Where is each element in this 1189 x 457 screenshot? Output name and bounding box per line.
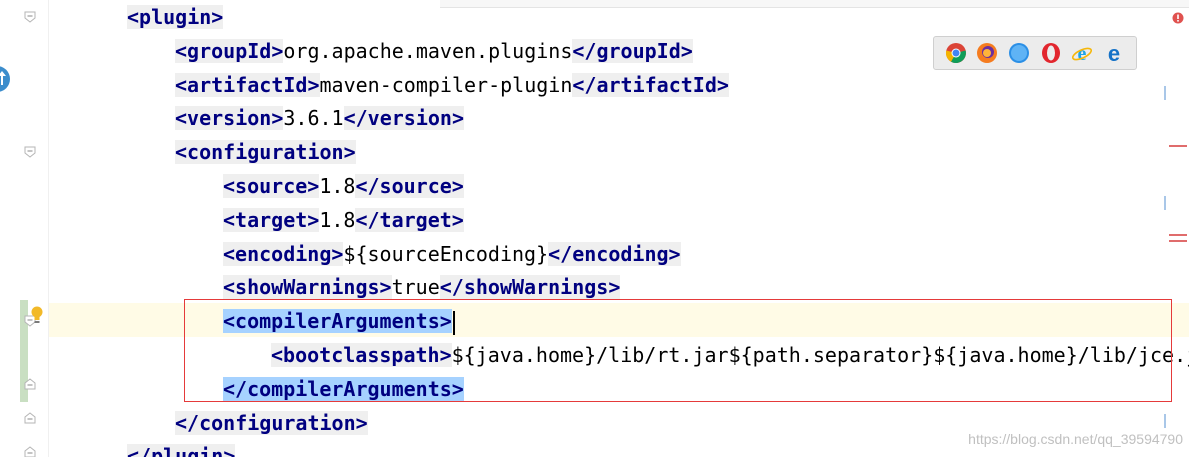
ie-icon[interactable]: e xyxy=(1071,42,1093,64)
error-stripe-mark[interactable] xyxy=(1169,234,1187,236)
xml-tag: <showWarnings> xyxy=(223,275,392,300)
svg-text:e: e xyxy=(1078,43,1087,64)
code-line[interactable]: <configuration> xyxy=(175,135,356,169)
fold-collapse-icon[interactable] xyxy=(24,11,36,23)
xml-tag: </showWarnings> xyxy=(439,275,621,300)
browser-preview-bar: e e xyxy=(933,36,1137,70)
code-editor[interactable]: <plugin> <groupId>org.apache.maven.plugin… xyxy=(0,0,1189,457)
xml-tag: <encoding> xyxy=(223,241,344,266)
code-line[interactable]: <source>1.8</source> xyxy=(223,169,464,203)
xml-tag: </version> xyxy=(343,106,465,131)
error-stripe-mark[interactable] xyxy=(1169,240,1187,242)
xml-tag: <configuration> xyxy=(175,140,356,165)
code-line[interactable]: <target>1.8</target> xyxy=(223,203,464,237)
xml-tag: <groupId> xyxy=(175,38,284,63)
scroll-marker xyxy=(1164,86,1166,100)
arrow-up-icon xyxy=(0,71,6,85)
watermark-text: https://blog.csdn.net/qq_39594790 xyxy=(968,431,1183,447)
xml-tag: <plugin> xyxy=(127,5,224,29)
code-line[interactable]: <version>3.6.1</version> xyxy=(175,101,465,135)
fold-expand-end-icon[interactable] xyxy=(24,412,36,424)
xml-value: 3.6.1 xyxy=(283,106,344,131)
scroll-marker xyxy=(1164,414,1166,428)
xml-value: ${sourceEncoding} xyxy=(343,241,549,266)
code-line[interactable]: <plugin> xyxy=(127,0,224,34)
xml-value: org.apache.maven.plugins xyxy=(283,38,573,63)
fold-expand-end-icon[interactable] xyxy=(24,446,36,457)
xml-tag: <target> xyxy=(223,207,320,232)
opera-icon[interactable] xyxy=(1040,42,1062,64)
lightbulb-icon[interactable] xyxy=(30,306,44,324)
xml-tag: </configuration> xyxy=(175,410,368,435)
xml-tag: </groupId> xyxy=(572,38,693,63)
xml-tag: </source> xyxy=(355,174,464,198)
xml-value: maven-compiler-plugin xyxy=(319,72,573,97)
svg-text:e: e xyxy=(1108,42,1120,64)
xml-value: true xyxy=(391,275,440,300)
xml-tag: <version> xyxy=(175,106,284,131)
fold-collapse-icon[interactable] xyxy=(24,146,36,158)
xml-tag: </artifactId> xyxy=(572,72,729,97)
xml-tag: <source> xyxy=(223,174,320,198)
xml-tag: </target> xyxy=(355,207,464,232)
xml-tag: </encoding> xyxy=(548,241,681,266)
error-stripe-mark[interactable] xyxy=(1169,145,1187,147)
chrome-icon[interactable] xyxy=(945,42,967,64)
edge-icon[interactable]: e xyxy=(1103,42,1125,64)
safari-icon[interactable] xyxy=(1008,42,1030,64)
code-line[interactable]: </configuration> xyxy=(175,406,368,440)
error-stripe[interactable] xyxy=(1163,0,1189,457)
fold-expand-end-icon[interactable] xyxy=(24,378,36,390)
editor-toolbar-strip xyxy=(440,0,1189,8)
gutter-divider xyxy=(48,0,49,457)
xml-value: 1.8 xyxy=(319,174,356,198)
code-line[interactable]: <artifactId>maven-compiler-plugin</artif… xyxy=(175,68,729,102)
code-line[interactable]: </plugin> xyxy=(127,439,236,457)
code-line[interactable]: <groupId>org.apache.maven.plugins</group… xyxy=(175,34,693,68)
error-icon[interactable] xyxy=(1172,12,1184,24)
code-line[interactable]: <encoding>${sourceEncoding}</encoding> xyxy=(223,237,681,271)
annotation-highlight-box xyxy=(184,299,1172,402)
xml-value: 1.8 xyxy=(319,207,356,232)
xml-tag: </plugin> xyxy=(127,444,236,457)
xml-tag: <artifactId> xyxy=(175,72,320,97)
scroll-marker xyxy=(1164,196,1166,210)
firefox-icon[interactable] xyxy=(976,42,998,64)
